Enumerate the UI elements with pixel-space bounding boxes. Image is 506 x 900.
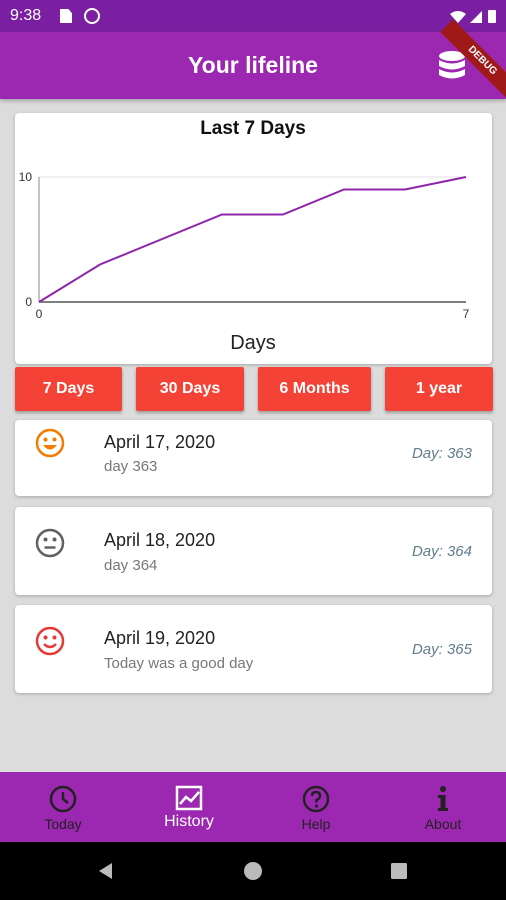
chart-title: Last 7 Days [200, 118, 306, 139]
range-7-days-button[interactable]: 7 Days [15, 367, 122, 411]
nav-label-today: Today [44, 816, 82, 832]
back-icon[interactable] [96, 861, 116, 881]
info-icon [438, 786, 448, 811]
entry-note: day 364 [104, 557, 158, 574]
x-axis-label: Days [230, 332, 276, 354]
range-1-year-button[interactable]: 1 year [385, 367, 493, 411]
entry-note: Today was a good day [104, 655, 254, 672]
nav-item-help[interactable]: Help [253, 772, 379, 842]
happy-face-icon [35, 428, 65, 458]
status-time: 9:38 [10, 7, 42, 24]
chart-line-icon [175, 785, 203, 811]
line-chart: Last 7 Days 10 0 0 7 Days [19, 118, 470, 354]
help-icon [302, 785, 330, 813]
nav-item-history[interactable]: History [126, 772, 252, 842]
list-item[interactable]: April 19, 2020 Today was a good day Day:… [15, 605, 492, 693]
recents-icon[interactable] [390, 862, 408, 880]
y-tick-label-bottom: 0 [25, 295, 32, 309]
sd-card-icon [60, 9, 72, 23]
x-tick-label-end: 7 [463, 307, 470, 321]
list-item[interactable]: April 17, 2020 day 363 Day: 363 [15, 420, 492, 496]
x-tick-label-start: 0 [36, 307, 43, 321]
nav-label-history: History [164, 813, 214, 830]
entry-date: April 17, 2020 [104, 432, 216, 452]
range-30-days-button[interactable]: 30 Days [136, 367, 244, 411]
bottom-navigation: Today History Help About [0, 772, 506, 842]
entry-day-count: Day: 365 [411, 641, 472, 658]
nav-item-today[interactable]: Today [0, 772, 126, 842]
sync-icon [84, 8, 100, 24]
entry-note: day 363 [104, 458, 158, 475]
app-bar: Your lifeline DEBUG [0, 19, 506, 103]
system-navigation-bar [0, 842, 506, 900]
nav-label-help: Help [301, 816, 331, 832]
list-item[interactable]: April 18, 2020 day 364 Day: 364 [15, 507, 492, 595]
entry-day-count: Day: 363 [411, 445, 472, 462]
y-tick-label-top: 10 [19, 170, 33, 184]
entry-date: April 19, 2020 [104, 628, 216, 648]
chart-card: Last 7 Days 10 0 0 7 Days [15, 113, 492, 364]
series-line [38, 176, 467, 303]
nav-item-about[interactable]: About [380, 772, 506, 842]
page-title: Your lifeline [188, 52, 318, 78]
neutral-face-icon [35, 528, 65, 558]
status-bar: 9:38 [0, 0, 506, 32]
entry-date: April 18, 2020 [104, 530, 216, 550]
smile-face-icon [35, 626, 65, 656]
nav-label-about: About [424, 816, 462, 832]
entry-day-count: Day: 364 [411, 543, 472, 560]
home-icon[interactable] [243, 861, 263, 881]
clock-icon [49, 785, 77, 813]
range-6-months-button[interactable]: 6 Months [258, 367, 371, 411]
